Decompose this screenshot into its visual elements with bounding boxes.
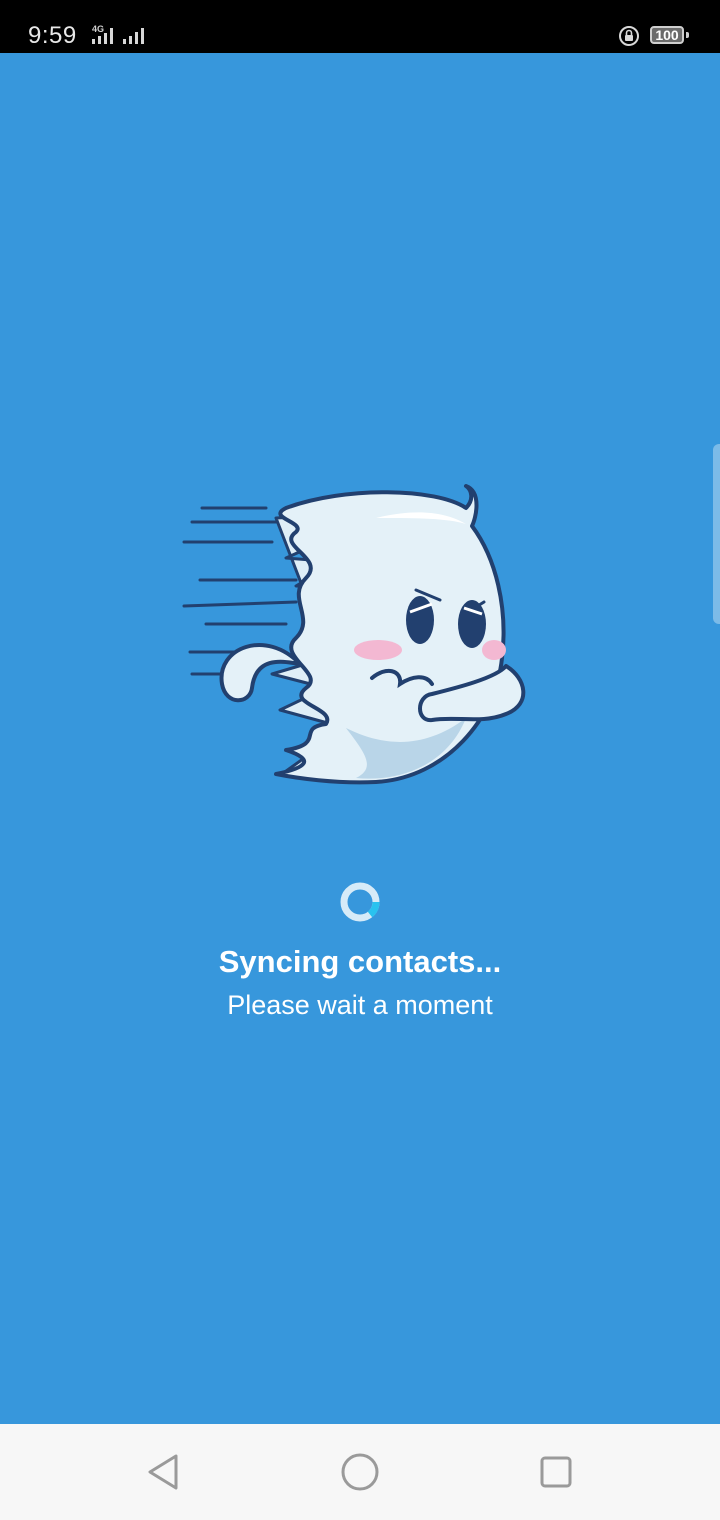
signal-icon xyxy=(123,28,144,44)
home-icon[interactable] xyxy=(336,1448,384,1496)
signal-icon xyxy=(92,28,113,44)
back-icon[interactable] xyxy=(140,1448,188,1496)
sync-contacts-screen: 9:59 4G 100 Syncing contacts... Please w… xyxy=(0,0,720,1520)
loading-spinner-icon xyxy=(340,882,380,922)
rotation-lock-icon xyxy=(619,26,639,46)
edge-panel-handle[interactable] xyxy=(713,444,720,624)
flying-ghost-illustration xyxy=(182,484,526,785)
status-time: 9:59 xyxy=(28,22,77,49)
battery-tip xyxy=(686,32,689,38)
battery-icon: 100 xyxy=(650,26,684,44)
status-bar: 9:59 4G 100 xyxy=(0,0,720,53)
battery-level: 100 xyxy=(655,27,679,43)
sync-title: Syncing contacts... xyxy=(218,944,502,979)
sync-subtitle: Please wait a moment xyxy=(227,990,493,1020)
navigation-bar xyxy=(0,1424,720,1520)
recents-icon[interactable] xyxy=(532,1448,580,1496)
